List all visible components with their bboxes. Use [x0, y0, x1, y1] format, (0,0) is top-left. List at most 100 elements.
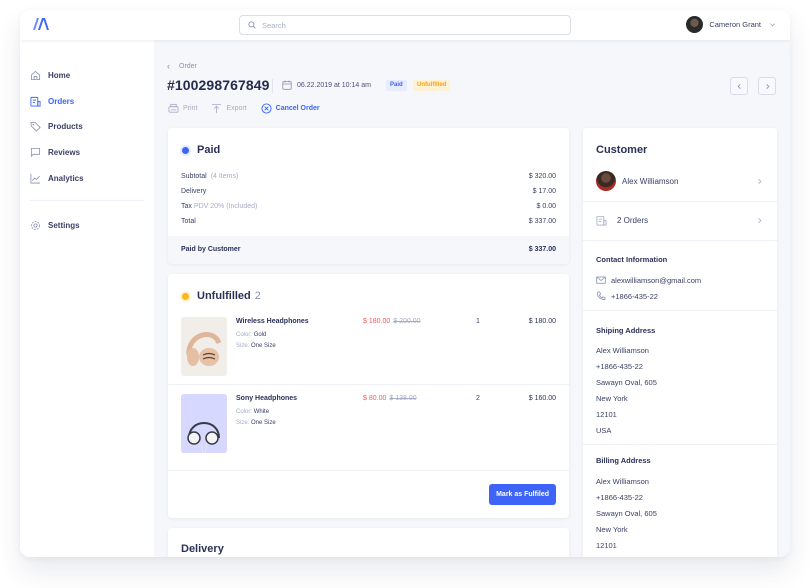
mark-as-fulfilled-button[interactable]: Mark as Fulfiled [489, 484, 556, 505]
customer-phone-text: +1866-435-22 [611, 291, 658, 301]
product-line-total: $ 160.00 [528, 395, 556, 402]
sidebar-item-orders[interactable]: Orders [30, 94, 74, 108]
sidebar-item-label: Products [48, 121, 83, 131]
customer-profile-link[interactable]: Alex Williamson [583, 162, 777, 200]
user-avatar [686, 16, 704, 33]
shipping-line: Alex Williamson [596, 346, 649, 355]
attr-key: Size: [236, 343, 250, 349]
summary-value: $ 337.00 [528, 218, 556, 225]
summary-label: Tax [181, 203, 192, 210]
paid-title-text: Paid [197, 144, 221, 156]
paid-by-label: Paid by Customer [181, 246, 241, 253]
summary-row-tax: Tax PDV 20% (Included) $ 0.00 [181, 203, 556, 210]
summary-value: $ 0.00 [536, 203, 556, 210]
user-menu[interactable]: Cameron Grant [686, 16, 776, 33]
title-divider [272, 79, 273, 93]
paid-card: Paid Subtotal (4 Items) $ 320.00 Delivery… [168, 128, 569, 264]
unfulfilled-card-title: Unfulfilled 2 [181, 290, 261, 302]
billing-line: 12101 [596, 541, 617, 550]
gear-icon [31, 220, 40, 230]
original-price: $ 138.00 [389, 395, 417, 402]
tag-icon [30, 121, 41, 132]
product-image-wireless-headphones[interactable] [181, 317, 227, 376]
breadcrumb-order[interactable]: Order [179, 63, 197, 70]
unfulfilled-status-dot [182, 292, 189, 300]
product-color: Color: Gold [236, 332, 266, 338]
chevron-left-icon [737, 83, 741, 89]
shipping-line: Sawayn Oval, 605 [596, 378, 657, 387]
customer-divider [583, 240, 777, 241]
search-icon [248, 21, 256, 29]
line-item: Wireless Headphones Color: Gold Size: On… [168, 307, 569, 395]
search-bar[interactable] [239, 15, 571, 35]
summary-value: $ 320.00 [528, 173, 556, 180]
attr-value: White [253, 409, 270, 415]
customer-avatar [596, 171, 616, 191]
breadcrumb[interactable]: ‹ Order [167, 62, 197, 71]
main-content: ‹ Order #100298767849 06.22.2019 at 10:1… [154, 40, 790, 557]
phone-icon [597, 291, 606, 300]
cancel-order-label: Cancel Order [275, 105, 320, 112]
next-order-button[interactable] [758, 77, 776, 95]
item-divider [168, 470, 569, 471]
back-chevron-icon[interactable]: ‹ [167, 62, 170, 71]
chart-icon [30, 173, 41, 183]
shipping-line: +1866-435-22 [596, 362, 643, 371]
print-button[interactable]: Print [168, 103, 197, 114]
search-input[interactable] [262, 20, 562, 30]
product-size: Size: One Size [236, 420, 276, 426]
customer-orders-link[interactable]: 2 Orders [583, 201, 777, 239]
sidebar-item-reviews[interactable]: Reviews [30, 145, 80, 159]
summary-note: PDV 20% (Included) [193, 203, 258, 210]
delivery-card: Delivery [168, 528, 569, 557]
attr-value: One Size [251, 420, 276, 426]
attr-key: Color: [236, 409, 253, 415]
paid-by-value: $ 337.00 [528, 246, 556, 253]
printer-icon [168, 103, 179, 113]
sidebar-item-settings[interactable]: Settings [30, 218, 80, 232]
customer-divider [583, 444, 777, 445]
order-number: #100298767849 [167, 77, 270, 93]
logo-icon[interactable] [33, 18, 49, 30]
order-date-text: 06.22.2019 at 10:14 am [297, 81, 371, 89]
product-name[interactable]: Wireless Headphones [236, 318, 309, 325]
summary-note: (4 Items) [210, 173, 239, 180]
sidebar-item-analytics[interactable]: Analytics [30, 171, 84, 185]
summary-label: Delivery [181, 188, 207, 195]
attr-value: One Size [251, 343, 276, 349]
cancel-circle-icon [261, 103, 272, 114]
sidebar-divider [30, 200, 144, 201]
billing-address-title: Billing Address [596, 456, 651, 465]
cancel-order-button[interactable]: Cancel Order [261, 103, 320, 114]
shipping-line: New York [596, 394, 628, 403]
status-badge-paid: Paid [386, 80, 407, 91]
user-name: Cameron Grant [709, 20, 761, 29]
headphones-gold-image [181, 317, 227, 376]
unfulfilled-title-text: Unfulfilled [197, 290, 251, 302]
product-color: Color: White [236, 409, 269, 415]
customer-email[interactable]: alexwilliamson@gmail.com [596, 275, 701, 285]
sidebar-item-home[interactable]: Home [30, 68, 70, 82]
home-icon [30, 70, 41, 80]
sidebar-item-products[interactable]: Products [30, 119, 83, 133]
export-button[interactable]: Export [211, 103, 247, 114]
unfulfilled-card: Unfulfilled 2 Wireless Headphones Color:… [168, 274, 569, 518]
paid-card-title: Paid [181, 144, 220, 156]
sidebar-item-label: Reviews [48, 147, 81, 157]
summary-row-subtotal: Subtotal (4 Items) $ 320.00 [181, 173, 556, 180]
chevron-right-icon [765, 83, 769, 89]
attr-key: Size: [236, 420, 250, 426]
product-name[interactable]: Sony Headphones [236, 395, 297, 402]
status-badge-unfulfilled: Unfulfilled [413, 80, 451, 91]
sidebar-item-label: Settings [48, 220, 80, 230]
shipping-line: 12101 [596, 410, 617, 419]
shipping-line: USA [596, 426, 612, 435]
prev-order-button[interactable] [730, 77, 748, 95]
sidebar: Home Orders Products Reviews Analytics S… [20, 40, 154, 557]
attr-key: Color: [236, 332, 253, 338]
product-price: $ 180.00 $ 200.00 [363, 318, 421, 325]
billing-line: Sawayn Oval, 605 [596, 509, 657, 518]
product-image-sony-headphones[interactable] [181, 394, 227, 453]
customer-phone[interactable]: +1866-435-22 [596, 291, 658, 301]
calendar-icon [282, 80, 292, 90]
